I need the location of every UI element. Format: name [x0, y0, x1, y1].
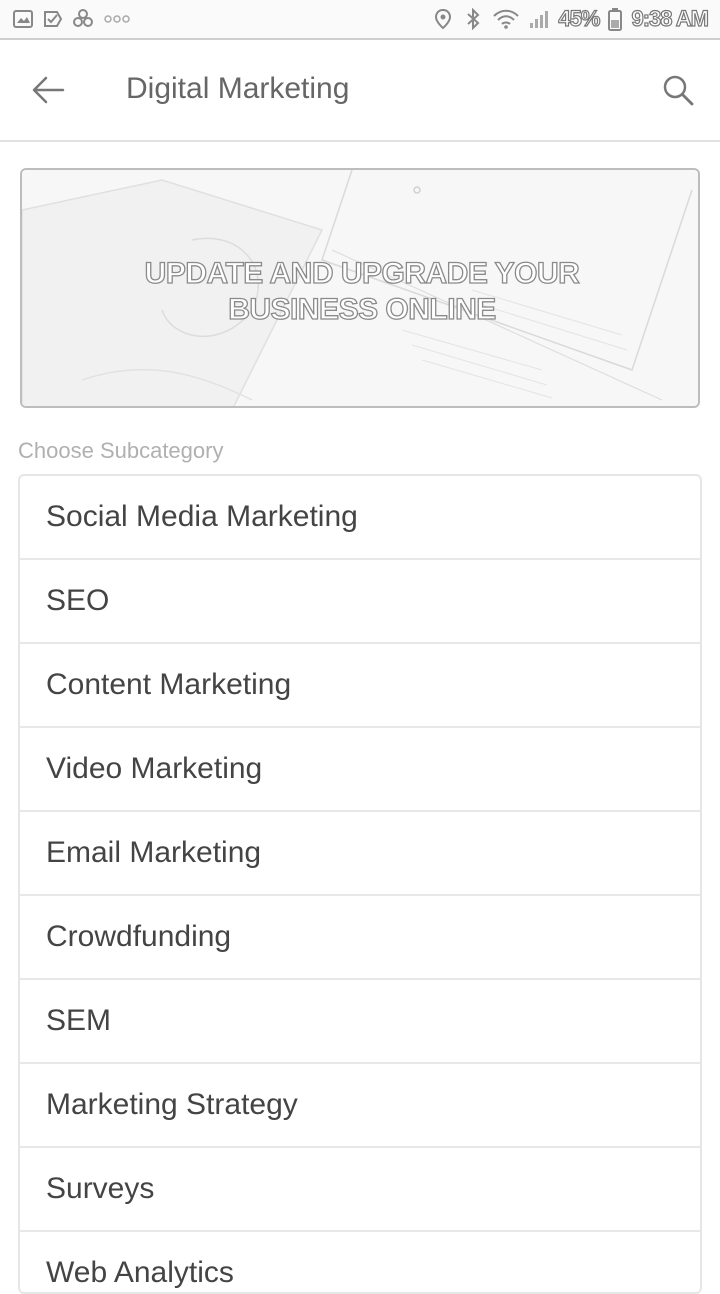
more-notifications-icon — [102, 8, 132, 30]
bluetooth-icon — [462, 8, 484, 30]
promo-banner[interactable]: UPDATE AND UPGRADE YOUR BUSINESS ONLINE — [20, 168, 700, 408]
image-notification-icon — [12, 8, 34, 30]
banner-headline-line1: UPDATE AND UPGRADE YOUR — [144, 256, 580, 290]
arrow-left-icon — [31, 75, 65, 110]
subcategory-item-crowdfunding[interactable]: Crowdfunding — [20, 896, 700, 980]
subcategory-item-sem[interactable]: SEM — [20, 980, 700, 1064]
subcategory-header: Choose Subcategory — [18, 438, 224, 463]
subcategory-list: Social Media Marketing SEO Content Marke… — [18, 474, 702, 1294]
page-title: Digital Marketing — [126, 72, 350, 105]
location-icon — [432, 8, 454, 30]
app-bar: Digital Marketing — [0, 42, 720, 142]
check-notification-icon — [42, 8, 64, 30]
subcategory-item-seo[interactable]: SEO — [20, 560, 700, 644]
subcategory-item-surveys[interactable]: Surveys — [20, 1148, 700, 1232]
back-button[interactable] — [24, 70, 72, 114]
subcategory-item-video-marketing[interactable]: Video Marketing — [20, 728, 700, 812]
banner-headline-line2: BUSINESS ONLINE — [228, 292, 497, 326]
status-left-icons — [12, 8, 132, 30]
battery-percent: 45% — [558, 5, 601, 31]
status-bar: 45% 9:38 AM — [0, 0, 720, 40]
subcategory-item-email-marketing[interactable]: Email Marketing — [20, 812, 700, 896]
subcategory-item-social-media-marketing[interactable]: Social Media Marketing — [20, 476, 700, 560]
signal-icon — [528, 8, 550, 30]
status-right-icons: 45% 9:38 AM — [432, 5, 710, 32]
subcategory-item-web-analytics[interactable]: Web Analytics — [20, 1232, 700, 1292]
subcategory-item-content-marketing[interactable]: Content Marketing — [20, 644, 700, 728]
search-icon — [661, 73, 695, 112]
banner-headline: UPDATE AND UPGRADE YOUR BUSINESS ONLINE — [22, 256, 698, 328]
clock-time: 9:38 AM — [631, 5, 710, 31]
wifi-icon — [492, 8, 520, 30]
subcategory-item-marketing-strategy[interactable]: Marketing Strategy — [20, 1064, 700, 1148]
search-button[interactable] — [654, 68, 702, 116]
battery-icon — [607, 8, 623, 31]
pinwheel-notification-icon — [72, 8, 94, 30]
